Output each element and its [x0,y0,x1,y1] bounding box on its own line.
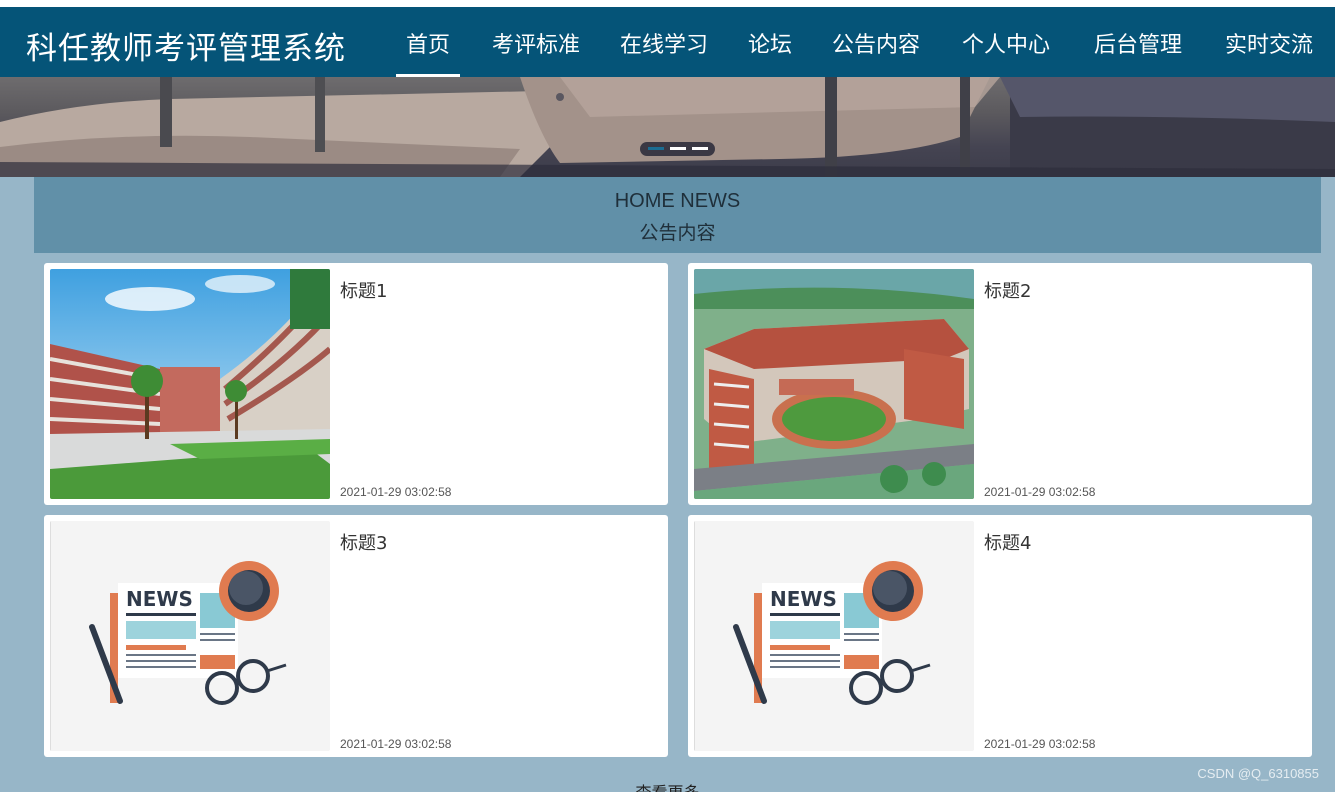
section-title-en: HOME NEWS [614,190,741,212]
svg-text:NEWS: NEWS [770,587,837,611]
nav-item-live-chat[interactable]: 实时交流 [1225,27,1313,77]
news-card-3[interactable]: NEWS 标题3 2021-01-29 03:02:58 [44,515,668,757]
carousel-dot-1[interactable] [648,147,664,150]
news-date: 2021-01-29 03:02:58 [984,485,1096,499]
carousel-dot-3[interactable] [692,147,708,150]
news-title[interactable]: 标题2 [984,277,1031,303]
watermark: CSDN @Q_6310855 [1197,766,1319,781]
news-title[interactable]: 标题1 [340,277,387,303]
news-card-1[interactable]: 标题1 2021-01-29 03:02:58 [44,263,668,505]
news-thumbnail-newspaper: NEWS [694,521,974,751]
news-card-4[interactable]: NEWS 标题4 2021-01-29 03:02:58 [688,515,1312,757]
section-title-cn: 公告内容 [639,222,716,244]
news-title[interactable]: 标题4 [984,529,1031,555]
top-strip [0,0,1335,7]
nav-item-forum[interactable]: 论坛 [748,27,792,77]
news-title[interactable]: 标题3 [340,529,387,555]
news-card-2[interactable]: 标题2 2021-01-29 03:02:58 [688,263,1312,505]
nav-item-announcements[interactable]: 公告内容 [832,27,920,77]
top-navbar: 科任教师考评管理系统 首页 考评标准 在线学习 论坛 公告内容 个人中心 后台管… [0,7,1335,77]
app-title: 科任教师考评管理系统 [26,31,346,67]
banner-carousel[interactable] [0,77,1335,177]
news-date: 2021-01-29 03:02:58 [340,737,452,751]
news-date: 2021-01-29 03:02:58 [340,485,452,499]
news-thumbnail-newspaper: NEWS [50,521,330,751]
news-section-header: HOME NEWS 公告内容 [34,177,1321,253]
nav-item-admin[interactable]: 后台管理 [1094,27,1182,77]
banner-image [0,77,1335,177]
carousel-indicators [640,142,715,156]
news-thumbnail-aerial-campus [694,269,974,499]
carousel-dot-2[interactable] [670,147,686,150]
nav-item-online-learning[interactable]: 在线学习 [620,27,708,77]
news-date: 2021-01-29 03:02:58 [984,737,1096,751]
svg-text:NEWS: NEWS [126,587,193,611]
nav-item-personal-center[interactable]: 个人中心 [962,27,1050,77]
nav-item-home[interactable]: 首页 [396,27,460,77]
view-more-link[interactable]: 查看更多 [0,779,1335,792]
nav-item-standards[interactable]: 考评标准 [492,27,580,77]
news-thumbnail-campus [50,269,330,499]
